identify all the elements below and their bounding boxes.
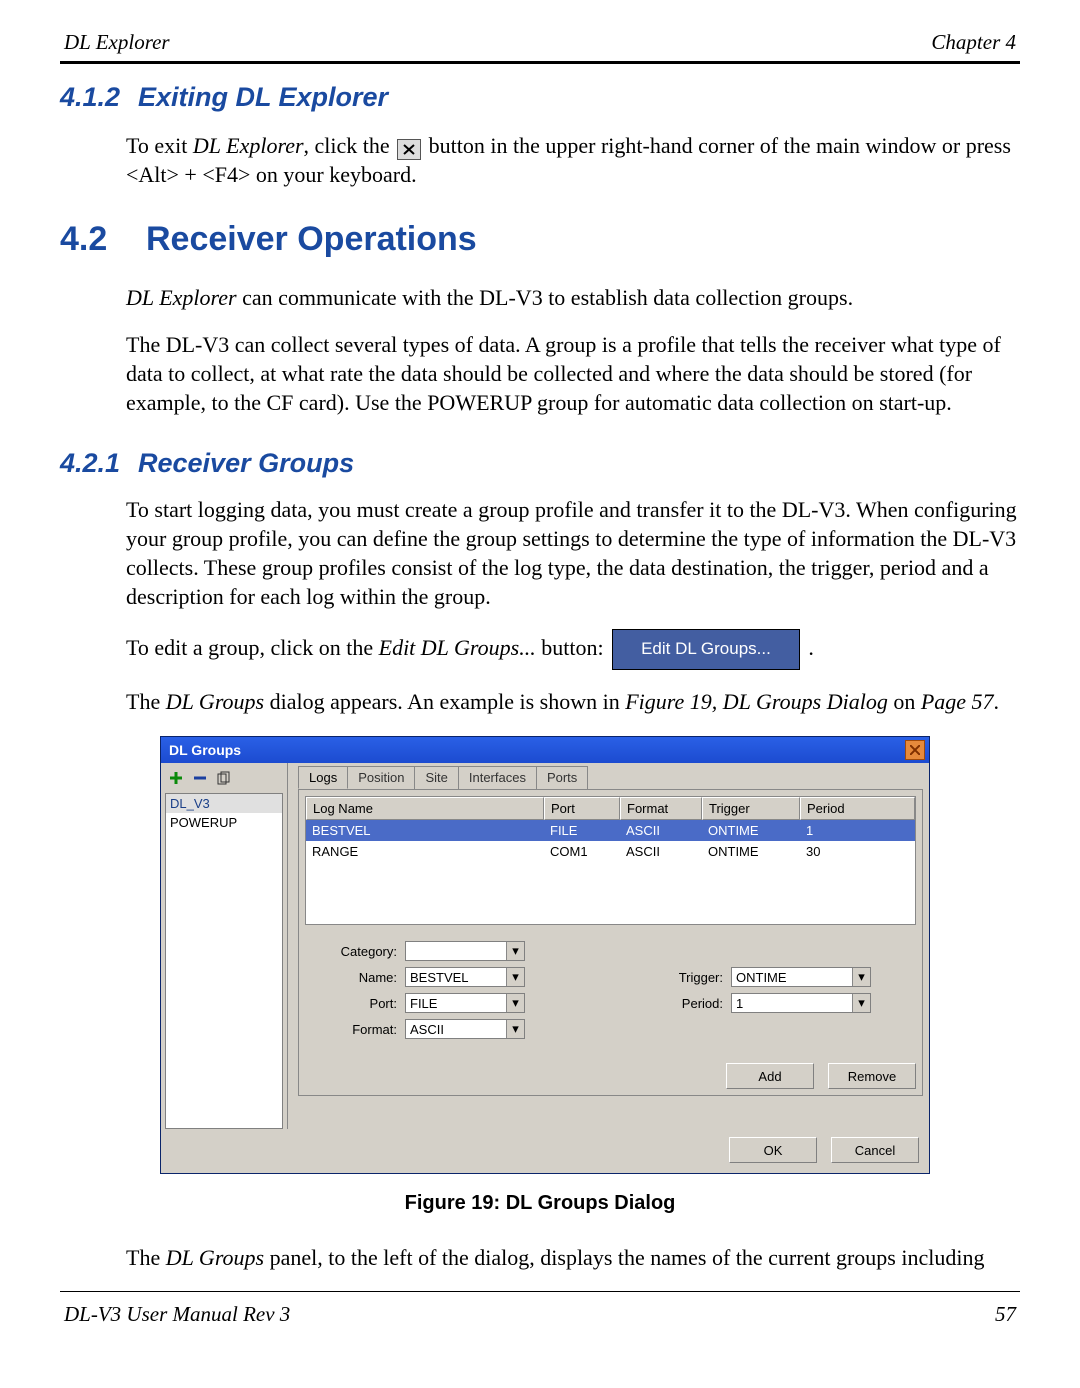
period-select[interactable]: 1▾	[731, 993, 871, 1013]
para-42-1: DL Explorer can communicate with the DL-…	[60, 283, 1020, 312]
format-select[interactable]: ASCII▾	[405, 1019, 525, 1039]
dl-groups-dialog-figure: DL Groups DL_V3 POWERUP	[60, 736, 1020, 1174]
edit-dl-groups-button[interactable]: Edit DL Groups...	[613, 630, 799, 670]
remove-button[interactable]: Remove	[828, 1063, 916, 1089]
chevron-down-icon: ▾	[506, 968, 524, 986]
tab-ports[interactable]: Ports	[536, 766, 588, 789]
dl-groups-dialog: DL Groups DL_V3 POWERUP	[160, 736, 930, 1174]
trigger-label: Trigger:	[655, 970, 731, 985]
groups-list[interactable]: DL_V3 POWERUP	[165, 793, 283, 1129]
port-select[interactable]: FILE▾	[405, 993, 525, 1013]
category-select[interactable]: ▾	[405, 941, 525, 961]
header-rule	[60, 61, 1020, 64]
para-421-3: The DL Groups dialog appears. An example…	[60, 687, 1020, 716]
para-412-1: To exit DL Explorer, click the button in…	[60, 131, 1020, 190]
group-item-powerup[interactable]: POWERUP	[166, 813, 282, 832]
log-fields: Category: ▾ Name: BESTVEL▾	[305, 941, 916, 1039]
heading-421: 4.2.1Receiver Groups	[60, 448, 1020, 479]
port-label: Port:	[305, 996, 405, 1011]
para-421-tail: The DL Groups panel, to the left of the …	[60, 1243, 1020, 1272]
chevron-down-icon: ▾	[852, 994, 870, 1012]
header-right: Chapter 4	[931, 30, 1016, 55]
footer-right: 57	[995, 1302, 1016, 1327]
tab-interfaces[interactable]: Interfaces	[458, 766, 537, 789]
heading-412: 4.1.2Exiting DL Explorer	[60, 82, 1020, 113]
figure-caption: Figure 19: DL Groups Dialog	[60, 1192, 1020, 1215]
tab-position[interactable]: Position	[347, 766, 415, 789]
group-item-dlv3[interactable]: DL_V3	[166, 794, 282, 813]
footer-rule	[60, 1291, 1020, 1292]
tabs: Logs Position Site Interfaces Ports	[298, 766, 923, 789]
dialog-title: DL Groups	[169, 742, 241, 758]
logs-panel: Log Name Port Format Trigger Period BEST…	[298, 789, 923, 1096]
logs-table: Log Name Port Format Trigger Period BEST…	[305, 796, 916, 925]
ok-button[interactable]: OK	[729, 1137, 817, 1163]
chevron-down-icon: ▾	[506, 994, 524, 1012]
copy-group-icon[interactable]	[215, 769, 233, 787]
tab-site[interactable]: Site	[414, 766, 458, 789]
add-group-icon[interactable]	[167, 769, 185, 787]
chevron-down-icon: ▾	[852, 968, 870, 986]
table-header: Log Name Port Format Trigger Period	[306, 797, 915, 820]
groups-panel: DL_V3 POWERUP	[161, 763, 288, 1129]
chevron-down-icon: ▾	[506, 942, 524, 960]
para-42-2: The DL-V3 can collect several types of d…	[60, 330, 1020, 418]
remove-group-icon[interactable]	[191, 769, 209, 787]
heading-42: 4.2Receiver Operations	[60, 220, 1020, 259]
trigger-select[interactable]: ONTIME▾	[731, 967, 871, 987]
dialog-close-button[interactable]	[905, 740, 925, 760]
header-left: DL Explorer	[64, 30, 170, 55]
para-421-2: To edit a group, click on the Edit DL Gr…	[60, 630, 1020, 670]
table-row[interactable]: RANGE COM1 ASCII ONTIME 30	[306, 841, 915, 862]
chevron-down-icon: ▾	[506, 1020, 524, 1038]
category-label: Category:	[305, 944, 405, 959]
close-icon	[397, 139, 421, 160]
add-button[interactable]: Add	[726, 1063, 814, 1089]
table-row[interactable]: BESTVEL FILE ASCII ONTIME 1	[306, 820, 915, 841]
tab-logs[interactable]: Logs	[298, 766, 348, 789]
para-421-1: To start logging data, you must create a…	[60, 495, 1020, 612]
format-label: Format:	[305, 1022, 405, 1037]
name-label: Name:	[305, 970, 405, 985]
cancel-button[interactable]: Cancel	[831, 1137, 919, 1163]
period-label: Period:	[655, 996, 731, 1011]
footer-left: DL-V3 User Manual Rev 3	[64, 1302, 290, 1327]
name-select[interactable]: BESTVEL▾	[405, 967, 525, 987]
